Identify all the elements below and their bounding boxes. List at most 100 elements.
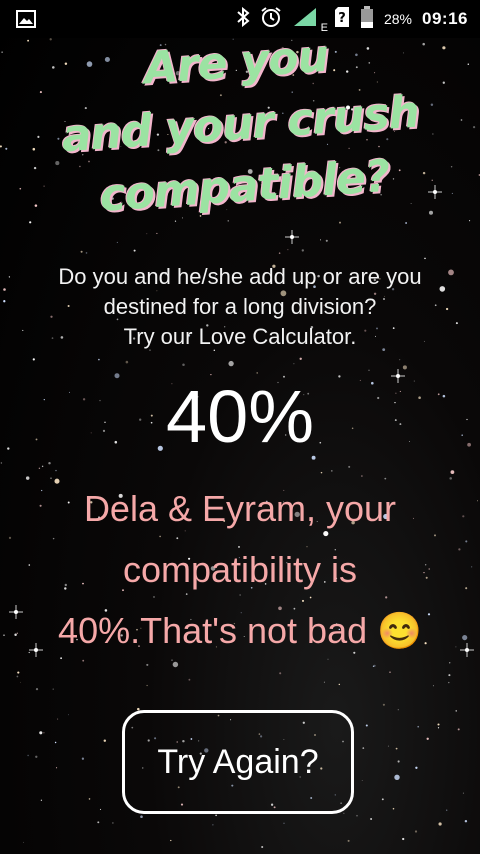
star [395, 747, 398, 750]
battery-percent: 28% [383, 11, 413, 27]
alarm-icon [260, 6, 282, 32]
star [40, 799, 43, 801]
star [23, 841, 24, 843]
star [3, 288, 6, 291]
star [462, 792, 464, 794]
star [399, 359, 401, 361]
star [97, 821, 100, 824]
status-bar: E ? 28% 09:16 [0, 0, 480, 38]
star [52, 688, 54, 690]
star [457, 728, 460, 731]
star [279, 672, 282, 675]
star [68, 714, 69, 716]
star [469, 220, 471, 222]
star [85, 252, 88, 254]
star [465, 587, 468, 590]
star [320, 239, 321, 241]
star [287, 249, 289, 251]
battery-icon [360, 6, 374, 32]
star [293, 363, 295, 365]
clock: 09:16 [422, 9, 468, 28]
star [19, 681, 21, 683]
star [261, 845, 264, 849]
subtitle-line-2: destined for a long division? [103, 294, 377, 319]
star [405, 222, 408, 224]
star [428, 210, 434, 215]
star [140, 815, 143, 818]
signal-icon: E [292, 6, 328, 34]
star [465, 540, 468, 543]
star [464, 819, 468, 823]
compatibility-score: 40% [165, 375, 315, 458]
try-again-button[interactable]: Try Again? [122, 710, 354, 814]
subtitle-line-1: Do you and he/she add up or are you [58, 264, 422, 289]
star [49, 38, 52, 41]
star [27, 754, 29, 757]
star [57, 718, 59, 720]
star [389, 671, 391, 674]
star [146, 684, 148, 687]
star [397, 709, 399, 711]
result-line-1: Dela & Eyram, your [83, 488, 397, 529]
star [437, 727, 440, 729]
star [88, 798, 91, 800]
star [438, 822, 442, 826]
result-line-3: 40%.That's not bad 😊 [58, 610, 422, 651]
star [462, 635, 468, 641]
subtitle: Do you and he/she add up or are you dest… [20, 262, 460, 352]
star [455, 710, 457, 712]
star [320, 471, 323, 474]
sim-unknown-icon: ? [334, 6, 350, 32]
star [437, 723, 440, 726]
star [323, 681, 325, 683]
star [35, 687, 39, 691]
star [99, 808, 102, 810]
star [146, 663, 149, 666]
star [38, 467, 41, 469]
star [43, 732, 45, 734]
star [16, 675, 19, 678]
star [16, 632, 18, 634]
star [448, 674, 451, 677]
star [125, 360, 129, 364]
star [278, 252, 281, 254]
star [32, 358, 35, 361]
star [402, 837, 405, 841]
star [3, 634, 5, 636]
star [182, 363, 185, 366]
star [283, 822, 285, 824]
star [35, 755, 38, 758]
star [48, 461, 51, 465]
star [227, 220, 229, 222]
page-title: Are you and your crush compatible? [0, 15, 480, 234]
star [17, 671, 20, 674]
bright-star [285, 230, 299, 244]
bright-star [460, 643, 474, 657]
star [156, 232, 158, 234]
star [471, 566, 473, 568]
star [215, 814, 217, 817]
star [387, 745, 389, 747]
star [381, 798, 384, 801]
star [54, 741, 57, 744]
star [339, 221, 341, 224]
star [414, 830, 418, 833]
star [80, 250, 83, 253]
star [432, 685, 434, 687]
result-line-2: compatibility is [122, 549, 358, 590]
star [446, 809, 448, 811]
star [450, 470, 455, 474]
star [301, 249, 304, 252]
star [424, 257, 426, 260]
star [338, 683, 341, 686]
star [188, 678, 191, 681]
star [361, 779, 363, 781]
star [370, 818, 373, 820]
star [426, 737, 429, 740]
star [27, 39, 29, 42]
star [330, 470, 333, 472]
star [133, 249, 136, 252]
image-icon [16, 10, 36, 33]
star [448, 681, 450, 684]
svg-text:?: ? [338, 11, 346, 26]
